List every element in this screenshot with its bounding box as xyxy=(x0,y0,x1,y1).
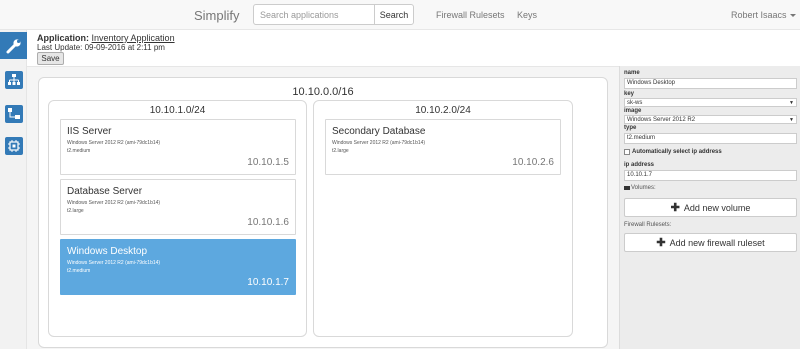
top-navbar: Simplify Search Firewall Rulesets Keys R… xyxy=(0,0,800,30)
subnet-box[interactable]: 10.10.2.0/24 Secondary Database Windows … xyxy=(313,100,573,337)
instance-image: Windows Server 2012 R2 (ami-79dc1b14) xyxy=(67,200,161,206)
key-select[interactable]: sk-ws ▼ xyxy=(624,98,797,107)
brand-logo[interactable]: Simplify xyxy=(194,8,240,23)
instance-card-selected[interactable]: Windows Desktop Windows Server 2012 R2 (… xyxy=(60,239,296,295)
instance-type: t2.large xyxy=(332,148,349,154)
add-firewall-ruleset-label: Add new firewall ruleset xyxy=(669,237,765,248)
instance-ip: 10.10.1.5 xyxy=(247,157,289,168)
instance-name: Windows Desktop xyxy=(67,246,148,257)
image-label: image xyxy=(624,108,642,114)
instance-ip: 10.10.1.7 xyxy=(247,277,289,288)
chip-icon xyxy=(4,136,23,155)
instance-image: Windows Server 2012 R2 (ami-79dc1b14) xyxy=(332,140,426,146)
vpc-cidr: 10.10.0.0/16 xyxy=(292,86,354,98)
instance-card[interactable]: Database Server Windows Server 2012 R2 (… xyxy=(60,179,296,235)
volumes-heading: Volumes: xyxy=(624,185,656,191)
add-volume-label: Add new volume xyxy=(683,202,751,213)
instance-name: Secondary Database xyxy=(332,126,426,137)
add-firewall-ruleset-button[interactable]: ✚ Add new firewall ruleset xyxy=(624,233,797,252)
name-label: name xyxy=(624,70,640,76)
subnet-cidr: 10.10.1.0/24 xyxy=(149,105,206,116)
subnet-cidr: 10.10.2.0/24 xyxy=(415,105,471,116)
save-button[interactable]: Save xyxy=(37,52,64,65)
firewall-rulesets-label: Firewall Rulesets: xyxy=(624,222,672,228)
caret-down-icon: ▼ xyxy=(789,99,794,106)
instance-ip: 10.10.2.6 xyxy=(512,157,554,168)
caret-down-icon xyxy=(789,14,796,18)
auto-ip-checkbox[interactable] xyxy=(624,149,630,155)
instance-ip: 10.10.1.6 xyxy=(247,217,289,228)
instance-image: Windows Server 2012 R2 (ami-79dc1b14) xyxy=(67,260,161,266)
vpc-box[interactable]: 10.10.0.0/16 10.10.1.0/24 IIS Server Win… xyxy=(38,77,608,348)
ip-address-label: ip address xyxy=(624,162,655,168)
properties-panel: name Windows Desktop key sk-ws ▼ image W… xyxy=(619,66,800,349)
add-volume-button[interactable]: ✚ Add new volume xyxy=(624,198,797,217)
key-select-value: sk-ws xyxy=(627,99,643,106)
left-sidebar xyxy=(0,30,27,349)
topology-canvas: 10.10.0.0/16 10.10.1.0/24 IIS Server Win… xyxy=(27,66,619,349)
sidebar-item-tools[interactable] xyxy=(0,32,27,59)
caret-down-icon: ▼ xyxy=(789,116,794,123)
image-select[interactable]: Windows Server 2012 R2 ▼ xyxy=(624,115,797,124)
instance-card[interactable]: Secondary Database Windows Server 2012 R… xyxy=(325,119,561,175)
instance-image: Windows Server 2012 R2 (ami-79dc1b14) xyxy=(67,140,161,146)
application-label: Application: xyxy=(37,33,89,43)
last-update: Last Update: 09-09-2016 at 2:11 pm xyxy=(37,43,165,52)
auto-ip-checkbox-row[interactable]: Automatically select ip address xyxy=(624,149,722,155)
nav-link-keys[interactable]: Keys xyxy=(517,10,537,20)
application-title: Application: Inventory Application xyxy=(37,33,175,43)
image-select-value: Windows Server 2012 R2 xyxy=(627,116,696,123)
instance-type: t2.medium xyxy=(67,148,91,154)
sidebar-item-topology[interactable] xyxy=(0,100,27,127)
name-field[interactable]: Windows Desktop xyxy=(624,78,797,89)
user-menu[interactable]: Robert Isaacs xyxy=(731,10,796,20)
instance-card[interactable]: IIS Server Windows Server 2012 R2 (ami-7… xyxy=(60,119,296,175)
plus-icon: ✚ xyxy=(656,237,666,249)
sidebar-item-network[interactable] xyxy=(0,66,27,93)
type-field[interactable]: t2.medium xyxy=(624,133,797,144)
search-button[interactable]: Search xyxy=(374,4,414,25)
plus-icon: ✚ xyxy=(670,202,680,214)
auto-ip-label: Automatically select ip address xyxy=(632,149,722,155)
wrench-icon xyxy=(6,38,21,53)
nav-link-firewall-rulesets[interactable]: Firewall Rulesets xyxy=(436,10,505,20)
subnet-box[interactable]: 10.10.1.0/24 IIS Server Windows Server 2… xyxy=(48,100,307,337)
ip-address-field[interactable]: 10.10.1.7 xyxy=(624,170,797,181)
topology-icon xyxy=(4,104,23,123)
key-label: key xyxy=(624,91,635,97)
instance-name: Database Server xyxy=(67,186,143,197)
search-input[interactable] xyxy=(253,4,375,25)
instance-type: t2.medium xyxy=(67,268,91,274)
user-name: Robert Isaacs xyxy=(731,10,787,20)
sidebar-item-instances[interactable] xyxy=(0,132,27,159)
type-label: type xyxy=(624,125,637,131)
network-icon xyxy=(4,70,23,89)
hdd-icon xyxy=(624,186,630,190)
application-name[interactable]: Inventory Application xyxy=(92,33,175,43)
instance-type: t2.large xyxy=(67,208,84,214)
instance-name: IIS Server xyxy=(67,126,112,137)
volumes-label: Volumes: xyxy=(631,185,656,191)
